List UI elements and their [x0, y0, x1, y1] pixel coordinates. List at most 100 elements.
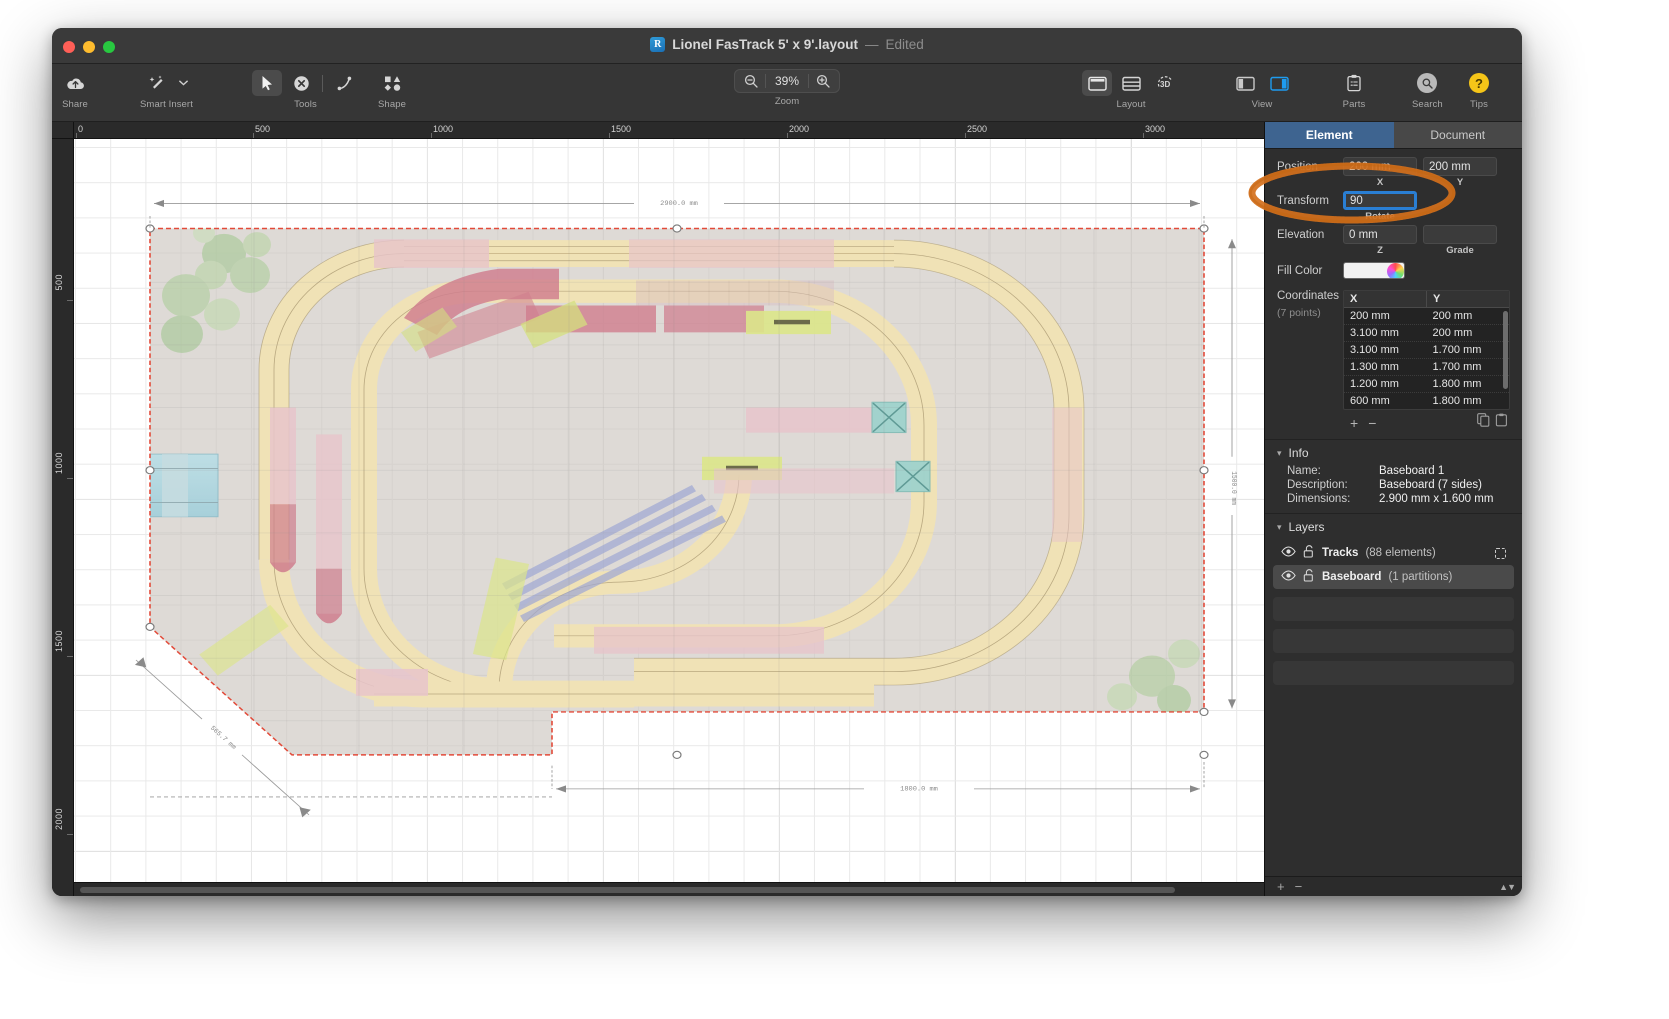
ruler-h-tick-1000: 1000	[433, 124, 454, 134]
layer-row-tracks[interactable]: Tracks (88 elements)	[1273, 541, 1514, 565]
unlock-icon[interactable]	[1303, 545, 1315, 561]
remove-coordinate-button[interactable]: −	[1363, 416, 1381, 430]
add-layer-button[interactable]: +	[1272, 879, 1290, 894]
list-item[interactable]	[1273, 661, 1514, 685]
fill-color-swatch[interactable]	[1343, 262, 1405, 279]
layer-row-baseboard[interactable]: Baseboard (1 partitions)	[1273, 565, 1514, 589]
transform-label: Transform	[1277, 195, 1329, 207]
eye-icon[interactable]	[1281, 570, 1296, 584]
table-row[interactable]: 1.300 mm 1.700 mm	[1344, 359, 1509, 376]
ruler-h-tick-3000: 3000	[1145, 124, 1166, 134]
remove-layer-button[interactable]: −	[1290, 879, 1308, 894]
coordinates-header: X Y	[1344, 291, 1509, 308]
layer-sort-arrows-icon[interactable]: ▲▼	[1499, 882, 1516, 892]
elevation-grade-caption: Grade	[1446, 245, 1474, 256]
list-item[interactable]	[1273, 629, 1514, 653]
coord-x: 3.100 mm	[1350, 344, 1399, 356]
layers-section-label: Layers	[1288, 520, 1325, 534]
zoom-label: Zoom	[774, 96, 800, 107]
add-coordinate-button[interactable]: +	[1345, 416, 1363, 430]
info-value: 2.900 mm x 1.600 mm	[1379, 493, 1494, 505]
ruler-h-tick-2500: 2500	[967, 124, 988, 134]
window-body: 2900.0 mm 1500.0 mm 1800.0 mm 565.7 mm 0…	[52, 122, 1522, 896]
info-section-header[interactable]: ▾ Info	[1265, 440, 1522, 464]
canvas-area[interactable]: 2900.0 mm 1500.0 mm 1800.0 mm 565.7 mm 0…	[52, 122, 1264, 896]
magic-wand-icon[interactable]	[142, 70, 172, 96]
layer-count: (88 elements)	[1365, 547, 1436, 559]
clipboard-list-icon[interactable]	[1339, 70, 1369, 96]
paste-coordinates-icon[interactable]	[1495, 413, 1508, 432]
cloud-upload-icon[interactable]	[60, 70, 90, 96]
delete-circle-icon[interactable]	[286, 70, 316, 96]
layer-select-box[interactable]	[1495, 547, 1506, 559]
line-tool-icon[interactable]	[329, 70, 359, 96]
elevation-z-input[interactable]: 0 mm	[1343, 225, 1417, 244]
arrow-cursor-icon[interactable]	[252, 70, 282, 96]
position-y-input[interactable]: 200 mm	[1423, 157, 1497, 176]
toolbar-label-search: Search	[1412, 99, 1443, 110]
tab-element[interactable]: Element	[1265, 122, 1394, 149]
zoom-in-icon[interactable]	[809, 70, 837, 92]
split-layout-icon[interactable]	[1116, 70, 1146, 96]
table-row[interactable]: 1.200 mm 1.800 mm	[1344, 376, 1509, 393]
chevron-down-icon[interactable]	[176, 70, 190, 96]
table-row[interactable]: 3.100 mm 1.700 mm	[1344, 342, 1509, 359]
crossing-piece-2	[895, 460, 931, 493]
position-x-caption: X	[1376, 177, 1384, 188]
toolbar-group-tools: Tools	[252, 68, 359, 110]
3d-view-icon[interactable]: 3D	[1150, 70, 1180, 96]
copy-coordinates-icon[interactable]	[1477, 413, 1490, 432]
fill-color-row: Fill Color	[1277, 262, 1510, 279]
eye-icon[interactable]	[1281, 546, 1296, 560]
table-row[interactable]: 200 mm 200 mm	[1344, 308, 1509, 325]
question-mark-icon[interactable]: ?	[1464, 70, 1494, 96]
toolbar-group-tips: ? Tips	[1464, 68, 1494, 110]
table-row[interactable]: 3.100 mm 200 mm	[1344, 325, 1509, 342]
table-row[interactable]: 600 mm 1.800 mm	[1344, 393, 1509, 409]
ruler-h-tick-2000: 2000	[789, 124, 810, 134]
color-wheel-icon[interactable]	[1387, 263, 1404, 278]
zoom-control-group: 39% Zoom	[733, 69, 841, 107]
chevron-down-icon[interactable]: ▾	[1277, 448, 1282, 459]
right-panel-icon[interactable]	[1264, 70, 1294, 96]
inspector-content: Position 200 mm X 200 mm Y Transform 90 …	[1265, 149, 1522, 876]
coord-y: 1.800 mm	[1432, 395, 1482, 407]
edited-status: Edited	[885, 37, 924, 52]
chevron-down-icon[interactable]: ▾	[1277, 522, 1282, 533]
element-properties: Position 200 mm X 200 mm Y Transform 90 …	[1265, 149, 1522, 286]
vertical-ruler[interactable]: 500 1000 1500 2000	[52, 122, 74, 896]
svg-text:3D: 3D	[1160, 80, 1170, 89]
search-icon[interactable]	[1412, 70, 1442, 96]
elevation-label: Elevation	[1277, 229, 1325, 241]
coord-y: 200 mm	[1432, 327, 1473, 339]
toolbar-label-share: Share	[62, 99, 88, 110]
transform-row: Transform 90 Rotate	[1277, 191, 1510, 222]
canvas-horizontal-scrollbar[interactable]	[74, 882, 1264, 896]
zoom-out-icon[interactable]	[737, 70, 765, 92]
list-item[interactable]	[1273, 597, 1514, 621]
toolbar-label-smart-insert: Smart Insert	[140, 99, 193, 110]
coord-x: 1.300 mm	[1350, 361, 1399, 373]
zoom-value[interactable]: 39%	[766, 74, 808, 88]
coordinates-table[interactable]: X Y 200 mm 200 mm 3.100 mm 200 mm 3.100 …	[1343, 290, 1510, 410]
window-layout-icon[interactable]	[1082, 70, 1112, 96]
toolbar-label-shape: Shape	[378, 99, 406, 110]
ruler-h-tick-1500: 1500	[611, 124, 632, 134]
shapes-icon[interactable]	[377, 70, 407, 96]
ruler-h-tick-500: 500	[255, 124, 271, 134]
left-panel-icon[interactable]	[1230, 70, 1260, 96]
document-title: Lionel FasTrack 5' x 9'.layout	[672, 37, 858, 52]
position-x-input[interactable]: 200 mm	[1343, 157, 1417, 176]
coordinates-scrollbar[interactable]	[1503, 311, 1508, 389]
inspector-tabs: Element Document	[1265, 122, 1522, 149]
tab-document[interactable]: Document	[1393, 122, 1522, 149]
layers-section-header[interactable]: ▾ Layers	[1265, 514, 1522, 538]
elevation-grade-input[interactable]	[1423, 225, 1497, 244]
canvas-viewport[interactable]: 2900.0 mm 1500.0 mm 1800.0 mm 565.7 mm	[74, 139, 1264, 882]
position-y-caption: Y	[1456, 177, 1464, 188]
title-separator: —	[864, 37, 879, 52]
unlock-icon[interactable]	[1303, 569, 1315, 585]
horizontal-ruler[interactable]: 0 500 1000 1500 2000 2500 3000	[52, 122, 1264, 139]
title-bar: R Lionel FasTrack 5' x 9'.layout — Edite…	[52, 28, 1522, 64]
transform-rotate-input[interactable]: 90	[1343, 191, 1417, 210]
